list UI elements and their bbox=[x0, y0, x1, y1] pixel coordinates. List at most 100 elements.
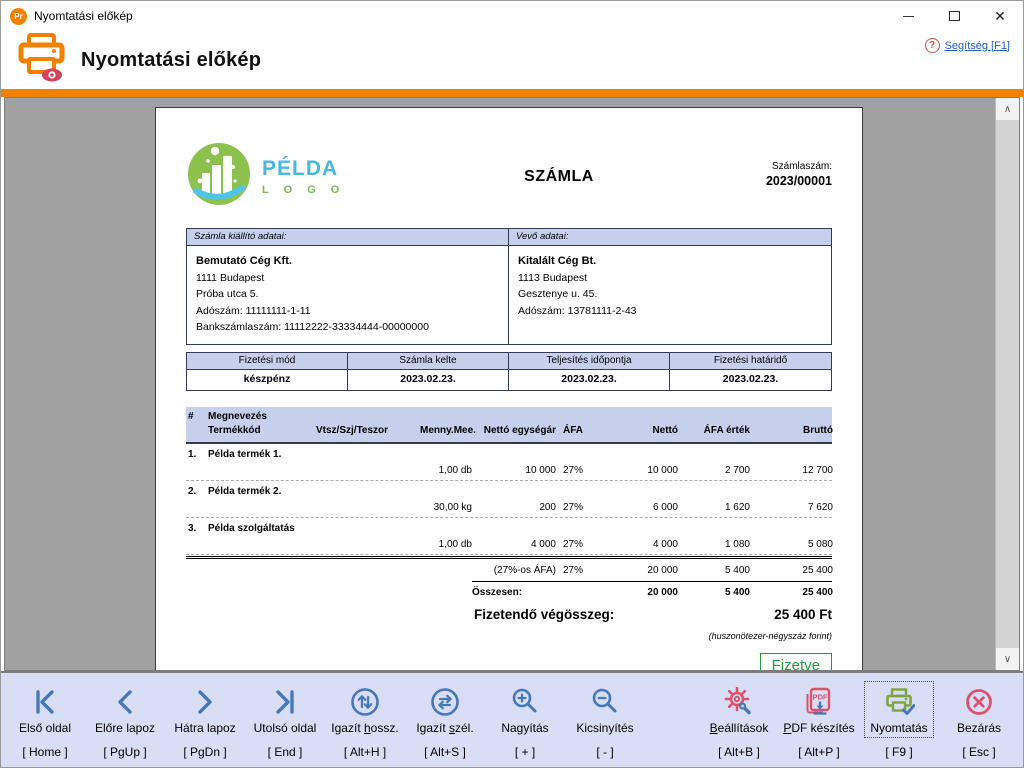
titlebar: Pr Nyomtatási előkép ✕ bbox=[1, 1, 1023, 31]
first-page-button[interactable]: Első oldal [ Home ] bbox=[5, 673, 85, 767]
vat-summary-net: 20 000 bbox=[598, 565, 678, 576]
vertical-scrollbar[interactable]: ∧ ∨ bbox=[995, 98, 1019, 670]
zoom-in-button[interactable]: Nagyítás [ + ] bbox=[485, 673, 565, 767]
meta-col-fulfillment-date: Teljesítés időpontja 2023.02.23. bbox=[509, 353, 670, 390]
pdf-export-shortcut: [ Alt+P ] bbox=[798, 745, 839, 759]
total-label: Összesen: bbox=[472, 587, 556, 598]
item-vat-rate: 27% bbox=[556, 502, 598, 513]
first-page-icon bbox=[30, 684, 60, 720]
settings-label: Beállítások bbox=[710, 721, 769, 735]
zoom-out-button[interactable]: Kicsinyítés [ - ] bbox=[565, 673, 645, 767]
scroll-up-button[interactable]: ∧ bbox=[996, 98, 1019, 120]
next-page-icon bbox=[190, 684, 220, 720]
maximize-icon bbox=[949, 11, 960, 21]
settings-button[interactable]: Beállítások [ Alt+B ] bbox=[699, 673, 779, 767]
fit-width-button[interactable]: Igazít szél. [ Alt+S ] bbox=[405, 673, 485, 767]
close-circle-icon bbox=[964, 684, 994, 720]
print-shortcut: [ F9 ] bbox=[885, 745, 912, 759]
print-icon bbox=[883, 684, 915, 720]
table-row: 1. Példa termék 1. 1,00 db 10 000 27% 10… bbox=[186, 444, 832, 481]
vat-summary-rate: 27% bbox=[556, 565, 598, 576]
meta-value: 2023.02.23. bbox=[348, 370, 508, 390]
total-gross: 25 400 bbox=[750, 587, 833, 598]
logo-line2: L O G O bbox=[262, 184, 345, 196]
minimize-button[interactable] bbox=[885, 1, 931, 31]
item-net: 4 000 bbox=[598, 539, 678, 550]
toolbar: Első oldal [ Home ] Előre lapoz [ PgUp ]… bbox=[1, 671, 1023, 767]
payment-meta-table: Fizetési mód készpénz Számla kelte 2023.… bbox=[186, 352, 832, 391]
logo-icon bbox=[186, 141, 252, 212]
table-row: 2. Példa termék 2. 30,00 kg 200 27% 6 00… bbox=[186, 481, 832, 518]
previous-page-button[interactable]: Előre lapoz [ PgUp ] bbox=[85, 673, 165, 767]
col-gross: Bruttó bbox=[750, 424, 833, 438]
issuer-column: Számla kiállító adatai: Bemutató Cég Kft… bbox=[187, 229, 509, 344]
fit-height-button[interactable]: Igazít hossz. [ Alt+H ] bbox=[325, 673, 405, 767]
item-name: Példa termék 1. bbox=[208, 449, 316, 460]
last-page-label: Utolsó oldal bbox=[254, 721, 317, 735]
print-preview-window: Pr Nyomtatási előkép ✕ Nyomtatási előkép… bbox=[0, 0, 1024, 768]
chevron-up-icon: ∧ bbox=[1004, 104, 1011, 115]
print-button[interactable]: Nyomtatás [ F9 ] bbox=[859, 673, 939, 767]
buyer-line: 1113 Budapest bbox=[518, 270, 822, 286]
last-page-button[interactable]: Utolsó oldal [ End ] bbox=[245, 673, 325, 767]
item-vat-value: 1 620 bbox=[678, 502, 750, 513]
total-vat: 5 400 bbox=[678, 587, 750, 598]
close-preview-shortcut: [ Esc ] bbox=[962, 745, 995, 759]
item-vat-rate: 27% bbox=[556, 539, 598, 550]
vat-summary-gross: 25 400 bbox=[750, 565, 833, 576]
scroll-down-button[interactable]: ∨ bbox=[996, 648, 1019, 670]
last-page-shortcut: [ End ] bbox=[268, 745, 303, 759]
col-vtsz: Vtsz/Szj/Teszor bbox=[316, 424, 420, 438]
window-title: Nyomtatási előkép bbox=[34, 9, 133, 23]
fit-width-label: Igazít szél. bbox=[416, 721, 473, 735]
header: Nyomtatási előkép ? Segítség [F1] bbox=[1, 31, 1023, 89]
item-name: Példa termék 2. bbox=[208, 486, 316, 497]
first-page-label: Első oldal bbox=[19, 721, 71, 735]
zoom-out-shortcut: [ - ] bbox=[596, 745, 613, 759]
zoom-in-shortcut: [ + ] bbox=[515, 745, 535, 759]
fit-height-label: Igazít hossz. bbox=[331, 721, 398, 735]
fit-height-icon bbox=[349, 684, 381, 720]
meta-col-invoice-date: Számla kelte 2023.02.23. bbox=[348, 353, 509, 390]
meta-header: Teljesítés időpontja bbox=[509, 353, 669, 370]
meta-header: Számla kelte bbox=[348, 353, 508, 370]
paid-stamp: Fizetve bbox=[760, 653, 832, 671]
help-link[interactable]: Segítség [F1] bbox=[945, 40, 1010, 52]
fit-width-icon bbox=[429, 684, 461, 720]
maximize-button[interactable] bbox=[931, 1, 977, 31]
first-page-shortcut: [ Home ] bbox=[22, 745, 67, 759]
zoom-out-icon bbox=[590, 684, 620, 720]
item-net: 10 000 bbox=[598, 465, 678, 476]
invoice-number-label: Számlaszám: bbox=[682, 161, 832, 172]
issuer-name: Bemutató Cég Kft. bbox=[196, 253, 499, 270]
preview-area: PÉLDA L O G O SZÁMLA Számlaszám: 2023/00… bbox=[4, 97, 1020, 671]
item-unit-price: 4 000 bbox=[472, 539, 556, 550]
previous-page-shortcut: [ PgUp ] bbox=[103, 745, 146, 759]
pdf-export-button[interactable]: PDF PDF készítés [ Alt+P ] bbox=[779, 673, 859, 767]
col-code: Termékkód bbox=[208, 424, 316, 438]
last-page-icon bbox=[270, 684, 300, 720]
close-button[interactable]: ✕ bbox=[977, 1, 1023, 31]
close-preview-label: Bezárás bbox=[957, 721, 1001, 735]
buyer-name: Kitalált Cég Bt. bbox=[518, 253, 822, 270]
close-preview-button[interactable]: Bezárás [ Esc ] bbox=[939, 673, 1019, 767]
help-icon: ? bbox=[925, 38, 940, 53]
col-net: Nettó bbox=[598, 424, 678, 438]
items-table-header: # Megnevezés Termékkód Vtsz/Szj/Teszor M… bbox=[186, 407, 832, 444]
buyer-line: Adószám: 13781111-2-43 bbox=[518, 303, 822, 319]
accent-bar bbox=[1, 89, 1023, 97]
invoice-number: 2023/00001 bbox=[682, 174, 832, 188]
next-page-button[interactable]: Hátra lapoz [ PgDn ] bbox=[165, 673, 245, 767]
issuer-line: Próba utca 5. bbox=[196, 286, 499, 302]
vat-summary-label: (27%-os ÁFA) bbox=[472, 565, 556, 576]
fit-height-shortcut: [ Alt+H ] bbox=[344, 745, 386, 759]
totals-block: (27%-os ÁFA) 27% 20 000 5 400 25 400 Öss… bbox=[472, 559, 832, 602]
company-logo: PÉLDA L O G O bbox=[186, 136, 436, 216]
issuer-details: Bemutató Cég Kft. 1111 Budapest Próba ut… bbox=[187, 246, 508, 344]
issuer-line: 1111 Budapest bbox=[196, 270, 499, 286]
item-gross: 5 080 bbox=[750, 539, 833, 550]
minimize-icon bbox=[903, 16, 914, 17]
stamp-row: Fizetve bbox=[186, 653, 832, 671]
next-page-shortcut: [ PgDn ] bbox=[183, 745, 226, 759]
close-icon: ✕ bbox=[994, 8, 1006, 25]
